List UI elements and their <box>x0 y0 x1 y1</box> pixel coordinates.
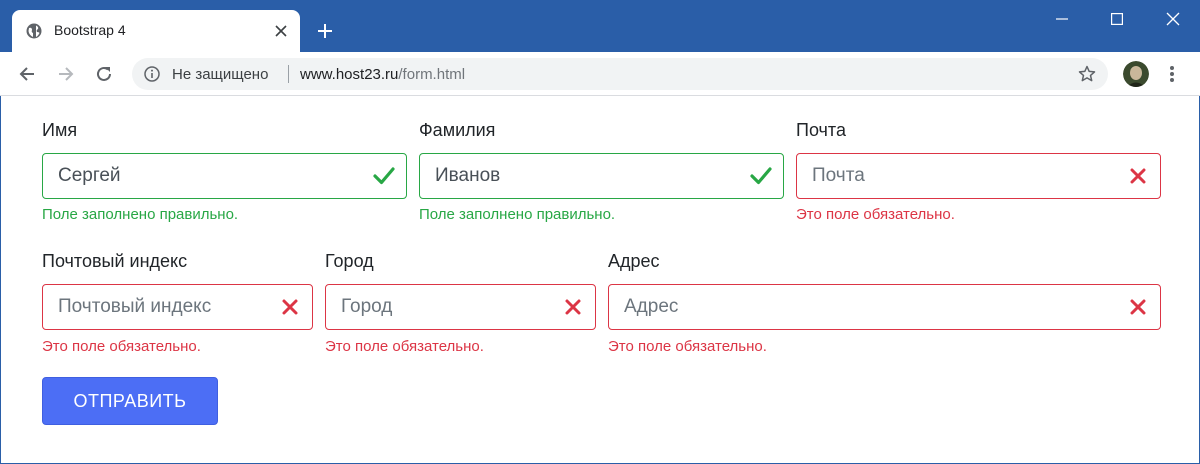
city-label: Город <box>325 251 374 271</box>
browser-toolbar: Не защищено www.host23.ru/form.html <box>0 52 1200 96</box>
maximize-button[interactable] <box>1102 8 1132 30</box>
check-icon <box>750 167 772 185</box>
close-icon <box>1166 12 1180 26</box>
city-feedback: Это поле обязательно. <box>325 338 484 355</box>
close-icon <box>275 25 287 37</box>
first-name-label: Имя <box>42 120 78 140</box>
back-button[interactable] <box>15 62 39 86</box>
address-group: Адрес Это поле обязательно. <box>608 251 1161 361</box>
cross-icon <box>282 299 298 315</box>
postal-code-group: Почтовый индекс Это поле обязательно. <box>42 251 313 361</box>
city-group: Город Это поле обязательно. <box>325 251 596 361</box>
url-text[interactable]: www.host23.ru/form.html <box>300 66 465 83</box>
maximize-icon <box>1111 13 1123 25</box>
minimize-button[interactable] <box>1047 8 1077 30</box>
last-name-group: Фамилия Поле заполнено правильно. <box>419 120 784 230</box>
forward-button[interactable] <box>54 62 78 86</box>
more-icon <box>1170 66 1174 82</box>
email-feedback: Это поле обязательно. <box>796 206 955 223</box>
browser-menu-button[interactable] <box>1164 62 1180 86</box>
cross-icon <box>1130 168 1146 184</box>
url-host: www.host23.ru <box>300 66 399 83</box>
last-name-label: Фамилия <box>419 120 496 140</box>
submit-button[interactable]: ОТПРАВИТЬ <box>42 377 218 425</box>
postal-code-input[interactable] <box>42 284 313 330</box>
tab-title: Bootstrap 4 <box>54 22 126 38</box>
address-input[interactable] <box>608 284 1161 330</box>
security-label: Не защищено <box>172 66 269 83</box>
url-divider <box>288 65 289 83</box>
address-label: Адрес <box>608 251 660 271</box>
back-icon <box>19 67 34 81</box>
reload-button[interactable] <box>92 62 116 86</box>
globe-icon <box>26 23 42 39</box>
cross-icon <box>565 299 581 315</box>
avatar-icon <box>1123 61 1149 87</box>
title-bar: Bootstrap 4 <box>0 0 1200 52</box>
page-content: Имя Поле заполнено правильно. Фамилия По… <box>0 96 1200 464</box>
email-label: Почта <box>796 120 846 140</box>
postal-code-label: Почтовый индекс <box>42 251 188 271</box>
tab-close-button[interactable] <box>272 22 290 40</box>
url-path: /form.html <box>398 66 466 83</box>
close-window-button[interactable] <box>1158 8 1188 30</box>
email-group: Почта Это поле обязательно. <box>796 120 1161 230</box>
info-icon <box>144 66 160 82</box>
forward-icon <box>59 67 74 81</box>
new-tab-button[interactable] <box>314 20 336 42</box>
last-name-input[interactable] <box>419 153 784 199</box>
last-name-feedback: Поле заполнено правильно. <box>419 206 616 223</box>
check-icon <box>373 167 395 185</box>
plus-icon <box>318 24 332 38</box>
email-input[interactable] <box>796 153 1161 199</box>
city-input[interactable] <box>325 284 596 330</box>
star-icon[interactable] <box>1078 65 1096 83</box>
browser-tab[interactable]: Bootstrap 4 <box>12 10 300 52</box>
minimize-icon <box>1056 18 1068 20</box>
reload-icon <box>97 66 111 81</box>
first-name-feedback: Поле заполнено правильно. <box>42 206 239 223</box>
address-feedback: Это поле обязательно. <box>608 338 767 355</box>
address-bar[interactable]: Не защищено www.host23.ru/form.html <box>132 58 1108 90</box>
first-name-input[interactable] <box>42 153 407 199</box>
cross-icon <box>1130 299 1146 315</box>
postal-code-feedback: Это поле обязательно. <box>42 338 201 355</box>
first-name-group: Имя Поле заполнено правильно. <box>42 120 407 230</box>
profile-avatar[interactable] <box>1123 61 1149 87</box>
